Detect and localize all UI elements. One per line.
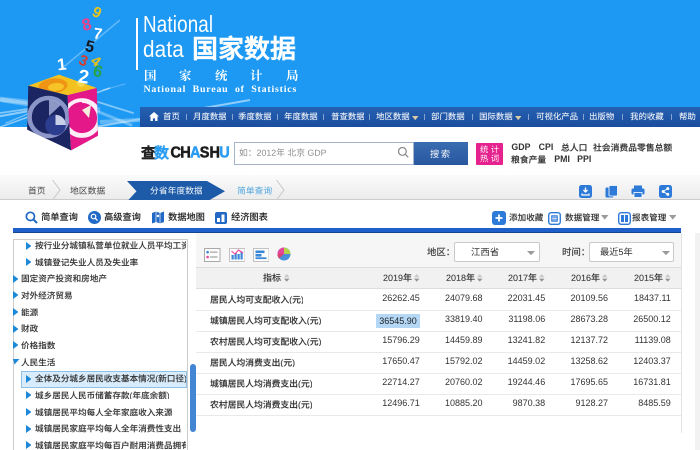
svg-text:9: 9 bbox=[90, 3, 105, 22]
svg-text:1: 1 bbox=[56, 55, 67, 74]
svg-text:7: 7 bbox=[92, 25, 103, 43]
